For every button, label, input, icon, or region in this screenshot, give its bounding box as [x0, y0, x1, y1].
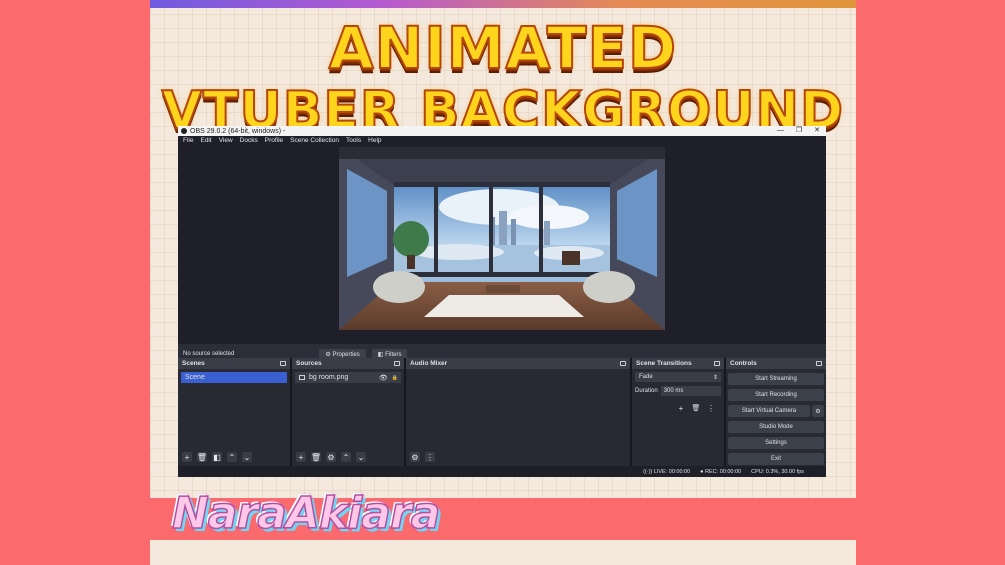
audio-more-button[interactable]: ⋮: [425, 452, 435, 462]
minimize-button[interactable]: —: [777, 126, 784, 136]
obs-logo-icon: [181, 128, 187, 134]
image-source-icon: [299, 375, 305, 380]
move-source-down-button[interactable]: ⌄: [356, 452, 366, 462]
menu-scene-collection[interactable]: Scene Collection: [290, 137, 339, 144]
menu-view[interactable]: View: [219, 137, 233, 144]
move-scene-down-button[interactable]: ⌄: [242, 452, 252, 462]
move-source-up-button[interactable]: ⌃: [341, 452, 351, 462]
banner-title-line1: ANIMATED: [328, 14, 678, 82]
duration-label: Duration: [635, 388, 658, 394]
virtual-camera-settings-button[interactable]: ⚙: [812, 405, 824, 417]
transitions-header: Scene Transitions: [632, 358, 724, 369]
filters-label: Filters: [385, 351, 402, 358]
obs-window: OBS 29.0.2 (64-bit, windows) - — ❐ ✕ Fil…: [178, 126, 826, 477]
transition-type-value: Fade: [639, 374, 653, 380]
source-item-label: bg room.png: [309, 374, 349, 381]
remove-transition-button[interactable]: 🗑: [691, 403, 701, 413]
controls-header: Controls: [726, 358, 826, 369]
menu-bar: File Edit View Docks Profile Scene Colle…: [178, 136, 826, 145]
undock-icon[interactable]: [394, 361, 400, 366]
live-time: LIVE: 00:00:00: [653, 468, 691, 475]
audio-mixer-header: Audio Mixer: [406, 358, 630, 369]
transition-type-select[interactable]: Fade ⇕: [635, 372, 721, 382]
remove-scene-button[interactable]: 🗑: [197, 452, 207, 462]
audio-mixer-dock: Audio Mixer ⚙ ⋮: [406, 358, 630, 466]
scene-item-label: Scene: [185, 374, 205, 381]
menu-edit[interactable]: Edit: [200, 137, 211, 144]
preview-area: [178, 145, 826, 344]
duration-value: 300 ms: [663, 388, 684, 394]
remove-source-button[interactable]: 🗑: [311, 452, 321, 462]
live-status: ((·)) LIVE: 00:00:00: [643, 469, 690, 475]
top-gradient-strip: [150, 0, 856, 8]
settings-button[interactable]: Settings: [728, 437, 824, 449]
scene-list-item[interactable]: Scene: [181, 372, 287, 383]
controls-title: Controls: [730, 360, 757, 367]
menu-file[interactable]: File: [183, 137, 193, 144]
undock-icon[interactable]: [620, 361, 626, 366]
close-button[interactable]: ✕: [814, 126, 820, 136]
scenes-dock: Scenes Scene + 🗑 ◧ ⌃ ⌄: [178, 358, 290, 466]
window-title: OBS 29.0.2 (64-bit, windows) -: [190, 127, 286, 135]
controls-dock: Controls Start Streaming Start Recording…: [726, 358, 826, 466]
start-virtual-camera-button[interactable]: Start Virtual Camera: [728, 405, 810, 417]
maximize-button[interactable]: ❐: [796, 126, 802, 136]
lock-icon[interactable]: 🔒: [392, 375, 398, 381]
source-properties-button[interactable]: ⚙: [326, 452, 336, 462]
scenes-title: Scenes: [182, 360, 205, 367]
source-list-item[interactable]: bg room.png 👁 🔒: [295, 372, 401, 383]
status-bar: ((·)) LIVE: 00:00:00 ● REC: 00:00:00 CPU…: [178, 466, 826, 477]
title-bar: OBS 29.0.2 (64-bit, windows) - — ❐ ✕: [178, 126, 826, 136]
start-recording-button[interactable]: Start Recording: [728, 389, 824, 401]
chevron-updown-icon: ⇕: [712, 374, 718, 381]
no-source-label: No source selected: [183, 351, 235, 357]
menu-tools[interactable]: Tools: [346, 137, 361, 144]
rec-time: REC: 00:00:00: [705, 468, 742, 475]
properties-label: Properties: [332, 351, 360, 358]
transition-more-button[interactable]: ⋮: [706, 403, 716, 413]
eye-icon[interactable]: 👁: [379, 374, 388, 382]
bottom-strip: [150, 540, 856, 565]
menu-help[interactable]: Help: [368, 137, 381, 144]
undock-icon[interactable]: [714, 361, 720, 366]
record-icon: ●: [700, 468, 704, 475]
exit-button[interactable]: Exit: [728, 453, 824, 465]
move-scene-up-button[interactable]: ⌃: [227, 452, 237, 462]
audio-settings-button[interactable]: ⚙: [410, 452, 420, 462]
menu-profile[interactable]: Profile: [265, 137, 283, 144]
sources-title: Sources: [296, 360, 322, 367]
rec-status: ● REC: 00:00:00: [700, 469, 741, 475]
add-scene-button[interactable]: +: [182, 452, 192, 462]
sources-dock: Sources bg room.png 👁 🔒 + 🗑 ⚙ ⌃ ⌄: [292, 358, 404, 466]
studio-mode-button[interactable]: Studio Mode: [728, 421, 824, 433]
sources-header: Sources: [292, 358, 404, 369]
transitions-title: Scene Transitions: [636, 360, 692, 367]
audio-mixer-title: Audio Mixer: [410, 360, 448, 367]
add-transition-button[interactable]: +: [676, 403, 686, 413]
broadcast-icon: ((·)): [643, 468, 653, 475]
start-streaming-button[interactable]: Start Streaming: [728, 373, 824, 385]
scene-transitions-dock: Scene Transitions Fade ⇕ Duration 300 ms …: [632, 358, 724, 466]
filter-icon: ◧: [377, 351, 384, 358]
scenes-header: Scenes: [178, 358, 290, 369]
undock-icon[interactable]: [280, 361, 286, 366]
room-scene-image: [339, 147, 665, 330]
preview-canvas[interactable]: [339, 147, 665, 330]
duration-input[interactable]: 300 ms: [660, 386, 721, 396]
docks-row: Scenes Scene + 🗑 ◧ ⌃ ⌄ Sources bg room.p…: [178, 358, 826, 466]
brand-logo: NaraAkiara: [171, 487, 441, 540]
menu-docks[interactable]: Docks: [240, 137, 258, 144]
scene-filter-button[interactable]: ◧: [212, 452, 222, 462]
undock-icon[interactable]: [816, 361, 822, 366]
gear-icon: ⚙: [325, 351, 331, 358]
cpu-status: CPU: 0.3%, 30.00 fps: [751, 468, 804, 475]
add-source-button[interactable]: +: [296, 452, 306, 462]
